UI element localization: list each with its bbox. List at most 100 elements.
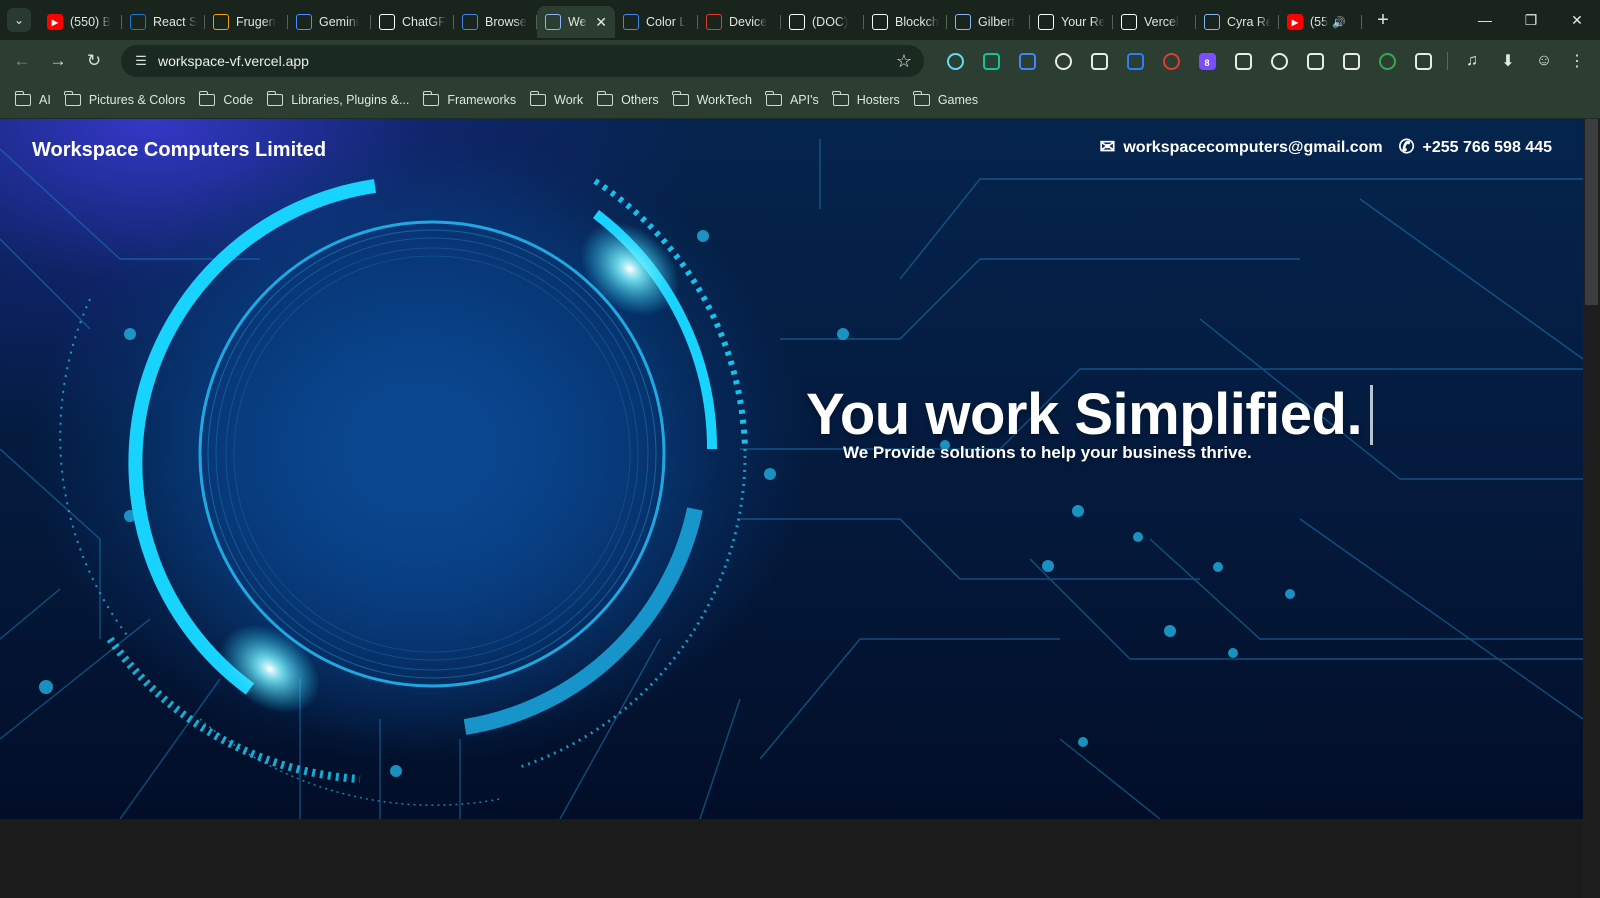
arrow-right-icon: → xyxy=(49,51,67,70)
tab-title: (55 xyxy=(1310,15,1329,29)
tab-title: We xyxy=(568,15,587,29)
new-tab-button[interactable]: + xyxy=(1368,5,1398,35)
youtube-icon: ▶ xyxy=(47,14,63,30)
arrow-left-icon: ← xyxy=(13,51,31,70)
bookmark-label: Libraries, Plugins &... xyxy=(291,93,410,107)
minimize-button[interactable]: — xyxy=(1462,0,1508,40)
bookmark-folder[interactable]: Code xyxy=(192,87,260,113)
tab-title: Frugen xyxy=(236,15,276,29)
puzzle-icon[interactable] xyxy=(1405,45,1441,77)
download-icon[interactable]: ⬇ xyxy=(1490,45,1526,77)
bookmark-label: API's xyxy=(789,93,819,107)
glasses-icon[interactable] xyxy=(1225,45,1261,77)
rocket-icon xyxy=(1204,14,1220,30)
tab[interactable]: Device xyxy=(698,6,781,38)
tab[interactable]: ▶ (550) B xyxy=(39,6,122,38)
tab[interactable]: Vercel xyxy=(1113,6,1196,38)
mui-icon xyxy=(130,14,146,30)
window-controls: — ❐ ✕ xyxy=(1462,0,1600,40)
tab-title: (550) B xyxy=(70,15,111,29)
contact-phone-text[interactable]: +255 766 598 445 xyxy=(1423,139,1552,157)
vuetify-icon[interactable] xyxy=(1297,45,1333,77)
hero-section: Workspace Computers Limited ✉ workspacec… xyxy=(0,119,1583,819)
tab-title: Vercel xyxy=(1144,15,1179,29)
bookmark-label: Games xyxy=(937,93,979,107)
profile-avatar[interactable]: ☺ xyxy=(1526,45,1562,77)
extension-badge-icon[interactable]: 8 xyxy=(1189,45,1225,77)
close-tab-icon[interactable]: ✕ xyxy=(595,14,607,31)
tab-search-button[interactable]: ⌄ xyxy=(7,8,31,32)
fi-icon[interactable] xyxy=(1117,45,1153,77)
folder-icon xyxy=(422,91,440,106)
rocket-icon xyxy=(955,14,971,30)
plus-icon: + xyxy=(1377,8,1389,31)
tab-title: Device xyxy=(729,15,768,29)
chevron-down-icon: ⌄ xyxy=(13,13,25,27)
tab[interactable]: Gilbert xyxy=(947,6,1030,38)
tab-strip: ⌄ ▶ (550) B React S Frugen Gemini ChatGF Brows… xyxy=(0,0,1600,40)
folder-icon xyxy=(832,91,849,106)
tab[interactable]: Blockch xyxy=(864,6,947,38)
alien-icon[interactable] xyxy=(1333,45,1369,77)
browser-toolbar: ← → ↻ ☰ workspace-vf.vercel.app ☆ 8 ♫ ⬇ ☺ ⋮ xyxy=(0,40,1600,82)
bookmark-star-icon[interactable]: ☆ xyxy=(896,51,912,72)
phone-icon: ✆ xyxy=(1398,137,1415,158)
adblock-plus-icon[interactable] xyxy=(1153,45,1189,77)
bookmark-folder[interactable]: Pictures & Colors xyxy=(58,87,193,113)
tab-title: Cyra Re xyxy=(1227,15,1271,29)
tab[interactable]: Your Re xyxy=(1030,6,1113,38)
tab-title: Blockch xyxy=(895,15,939,29)
close-window-button[interactable]: ✕ xyxy=(1554,0,1600,40)
toolbar-separator xyxy=(1447,52,1448,70)
grammarly-icon[interactable] xyxy=(973,45,1009,77)
blockchain-icon xyxy=(872,14,888,30)
tab[interactable]: Color L xyxy=(615,6,698,38)
tab[interactable]: Browse xyxy=(454,6,537,38)
bookmark-folder[interactable]: API's xyxy=(759,87,826,113)
bookmark-folder[interactable]: Frameworks xyxy=(416,87,523,113)
google-docs-icon[interactable] xyxy=(1009,45,1045,77)
site-settings-icon[interactable]: ☰ xyxy=(126,53,156,69)
tab[interactable]: Cyra Re xyxy=(1196,6,1279,38)
menu-icon[interactable]: ⋮ xyxy=(1562,51,1592,71)
tab[interactable]: (DOC) xyxy=(781,6,864,38)
tab-active[interactable]: We ✕ xyxy=(537,6,615,38)
forward-button[interactable]: → xyxy=(40,45,76,77)
speaker-icon[interactable]: 🔊 xyxy=(1332,16,1346,29)
bookmark-folder[interactable]: Libraries, Plugins &... xyxy=(260,87,416,113)
typing-cursor xyxy=(1370,384,1374,445)
bookmark-folder[interactable]: Others xyxy=(590,87,666,113)
tab[interactable]: Gemini xyxy=(288,6,371,38)
restore-button[interactable]: ❐ xyxy=(1508,0,1554,40)
reload-button[interactable]: ↻ xyxy=(76,45,112,77)
gemini-icon xyxy=(296,14,312,30)
address-bar[interactable]: ☰ workspace-vf.vercel.app ☆ xyxy=(121,45,924,77)
tab[interactable]: ChatGF xyxy=(371,6,454,38)
media-controls-icon[interactable]: ♫ xyxy=(1454,45,1490,77)
back-button[interactable]: ← xyxy=(4,45,40,77)
contact-phone[interactable]: ✆ +255 766 598 445 xyxy=(1399,136,1552,159)
bookmark-label: AI xyxy=(39,93,51,107)
tab[interactable]: ▶ (55 🔊 xyxy=(1279,6,1362,38)
fx-icon[interactable] xyxy=(1081,45,1117,77)
site-brand[interactable]: Workspace Computers Limited xyxy=(32,139,326,162)
tab-list: ▶ (550) B React S Frugen Gemini ChatGF Browse W… xyxy=(39,0,1362,40)
bookmark-folder[interactable]: WorkTech xyxy=(666,87,759,113)
contact-info: ✉ workspacecomputers@gmail.com ✆ +255 76… xyxy=(1083,136,1552,159)
tab[interactable]: React S xyxy=(122,6,205,38)
bookmark-folder[interactable]: Games xyxy=(907,87,985,113)
sheet-icon[interactable] xyxy=(1369,45,1405,77)
tab[interactable]: Frugen xyxy=(205,6,288,38)
tab-title: Gilbert xyxy=(978,15,1015,29)
tab-title: ChatGF xyxy=(402,15,446,29)
bookmark-folder[interactable]: Hosters xyxy=(826,87,907,113)
address-url[interactable]: workspace-vf.vercel.app xyxy=(158,53,309,69)
eyedropper-icon[interactable] xyxy=(1045,45,1081,77)
contact-email-text[interactable]: workspacecomputers@gmail.com xyxy=(1123,139,1382,157)
contact-email[interactable]: ✉ workspacecomputers@gmail.com xyxy=(1099,136,1382,159)
react-devtools-icon[interactable] xyxy=(937,45,973,77)
scrollbar-thumb[interactable] xyxy=(1585,119,1598,305)
bookmark-folder[interactable]: AI xyxy=(8,87,58,113)
box-icon[interactable] xyxy=(1261,45,1297,77)
bookmark-folder[interactable]: Work xyxy=(523,87,590,113)
